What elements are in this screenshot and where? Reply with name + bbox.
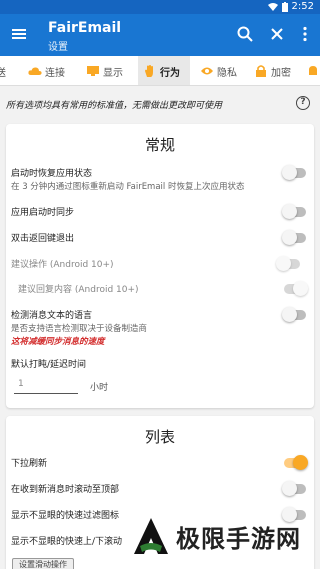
detect-language-desc: 是否支持语言检测取决于设备制造商: [11, 324, 148, 334]
tab-send[interactable]: 送: [0, 56, 20, 85]
status-bar: 2:52: [0, 0, 320, 14]
general-card: 常规 启动时恢复应用状态 在 3 分钟内通过图标重新启动 FairEmail 时…: [6, 124, 314, 408]
settings-tabs: 送 连接 显示 行为 隐私 加密: [0, 56, 320, 86]
wifi-icon: [267, 2, 278, 11]
more-vert-icon[interactable]: [296, 25, 314, 43]
app-title: FairEmail: [48, 20, 122, 36]
lock-icon: [256, 65, 266, 77]
tab-label: 显示: [103, 67, 123, 79]
tab-next[interactable]: [306, 56, 320, 85]
close-icon[interactable]: [268, 25, 286, 43]
watermark-text: 极限手游网: [176, 524, 301, 553]
tab-display[interactable]: 显示: [84, 56, 130, 85]
suggest-reply-label: 建议回复内容 (Android 10+): [18, 285, 139, 295]
tab-privacy[interactable]: 隐私: [198, 56, 244, 85]
detect-language-label: 检测消息文本的语言: [11, 311, 93, 321]
scroll-top-label: 在收到新消息时滚动至顶部: [11, 485, 120, 495]
defaults-hint: 所有选项均具有常用的标准值，无需做出更改即可使用: [6, 101, 223, 111]
bell-icon: [309, 66, 317, 75]
help-icon[interactable]: ?: [296, 96, 310, 110]
tab-label: 送: [0, 64, 6, 79]
search-icon[interactable]: [236, 25, 254, 43]
detect-language-switch[interactable]: [282, 307, 306, 322]
watermark-logo-icon: [134, 518, 168, 554]
suggest-actions-switch[interactable]: [276, 256, 300, 271]
suggest-actions-label: 建议操作 (Android 10+): [11, 260, 114, 270]
swipe-actions-button[interactable]: 设置滑动操作: [12, 558, 74, 569]
cloud-icon: [28, 67, 42, 75]
pull-refresh-label: 下拉刷新: [11, 459, 48, 469]
sync-on-launch-switch[interactable]: [282, 204, 306, 219]
scroll-top-switch[interactable]: [282, 481, 306, 496]
pull-refresh-switch[interactable]: [284, 455, 308, 470]
tab-label: 连接: [45, 67, 65, 79]
monitor-icon: [87, 66, 99, 76]
double-back-switch[interactable]: [282, 230, 306, 245]
quick-filter-label: 显示不显眼的快速过滤图标: [11, 511, 120, 521]
default-snooze-label: 默认打盹/延迟时间: [11, 360, 87, 370]
tab-behavior[interactable]: 行为: [138, 56, 190, 85]
eye-icon: [201, 67, 213, 75]
restore-state-switch[interactable]: [282, 165, 306, 180]
tab-label: 加密: [271, 67, 291, 79]
tab-label: 隐私: [217, 67, 237, 79]
quick-scroll-label: 显示不显眼的快速上/下滚动: [11, 537, 123, 547]
double-back-label: 双击返回键退出: [11, 234, 75, 244]
watermark: 极限手游网: [132, 516, 301, 556]
tab-connection[interactable]: 连接: [26, 56, 74, 85]
detect-language-warning: 这将减缓同步消息的速度: [11, 337, 105, 347]
snooze-unit: 小时: [90, 383, 109, 393]
hand-icon: [145, 65, 153, 77]
restore-state-label: 启动时恢复应用状态: [11, 169, 93, 179]
suggest-reply-switch[interactable]: [284, 281, 308, 296]
tab-encryption[interactable]: 加密: [252, 56, 300, 85]
restore-state-desc: 在 3 分钟内通过图标重新启动 FairEmail 时恢复上次应用状态: [11, 182, 245, 192]
app-subtitle: 设置: [48, 42, 68, 53]
snooze-hours-input[interactable]: 1: [14, 374, 78, 394]
status-time: 2:52: [291, 1, 314, 12]
app-bar: FairEmail 设置: [0, 14, 320, 56]
list-title: 列表: [144, 428, 175, 446]
general-title: 常规: [144, 136, 175, 154]
sync-on-launch-label: 应用启动时同步: [11, 208, 75, 218]
tab-label: 行为: [160, 67, 180, 79]
battery-icon: [281, 1, 288, 12]
menu-icon[interactable]: [10, 25, 28, 43]
